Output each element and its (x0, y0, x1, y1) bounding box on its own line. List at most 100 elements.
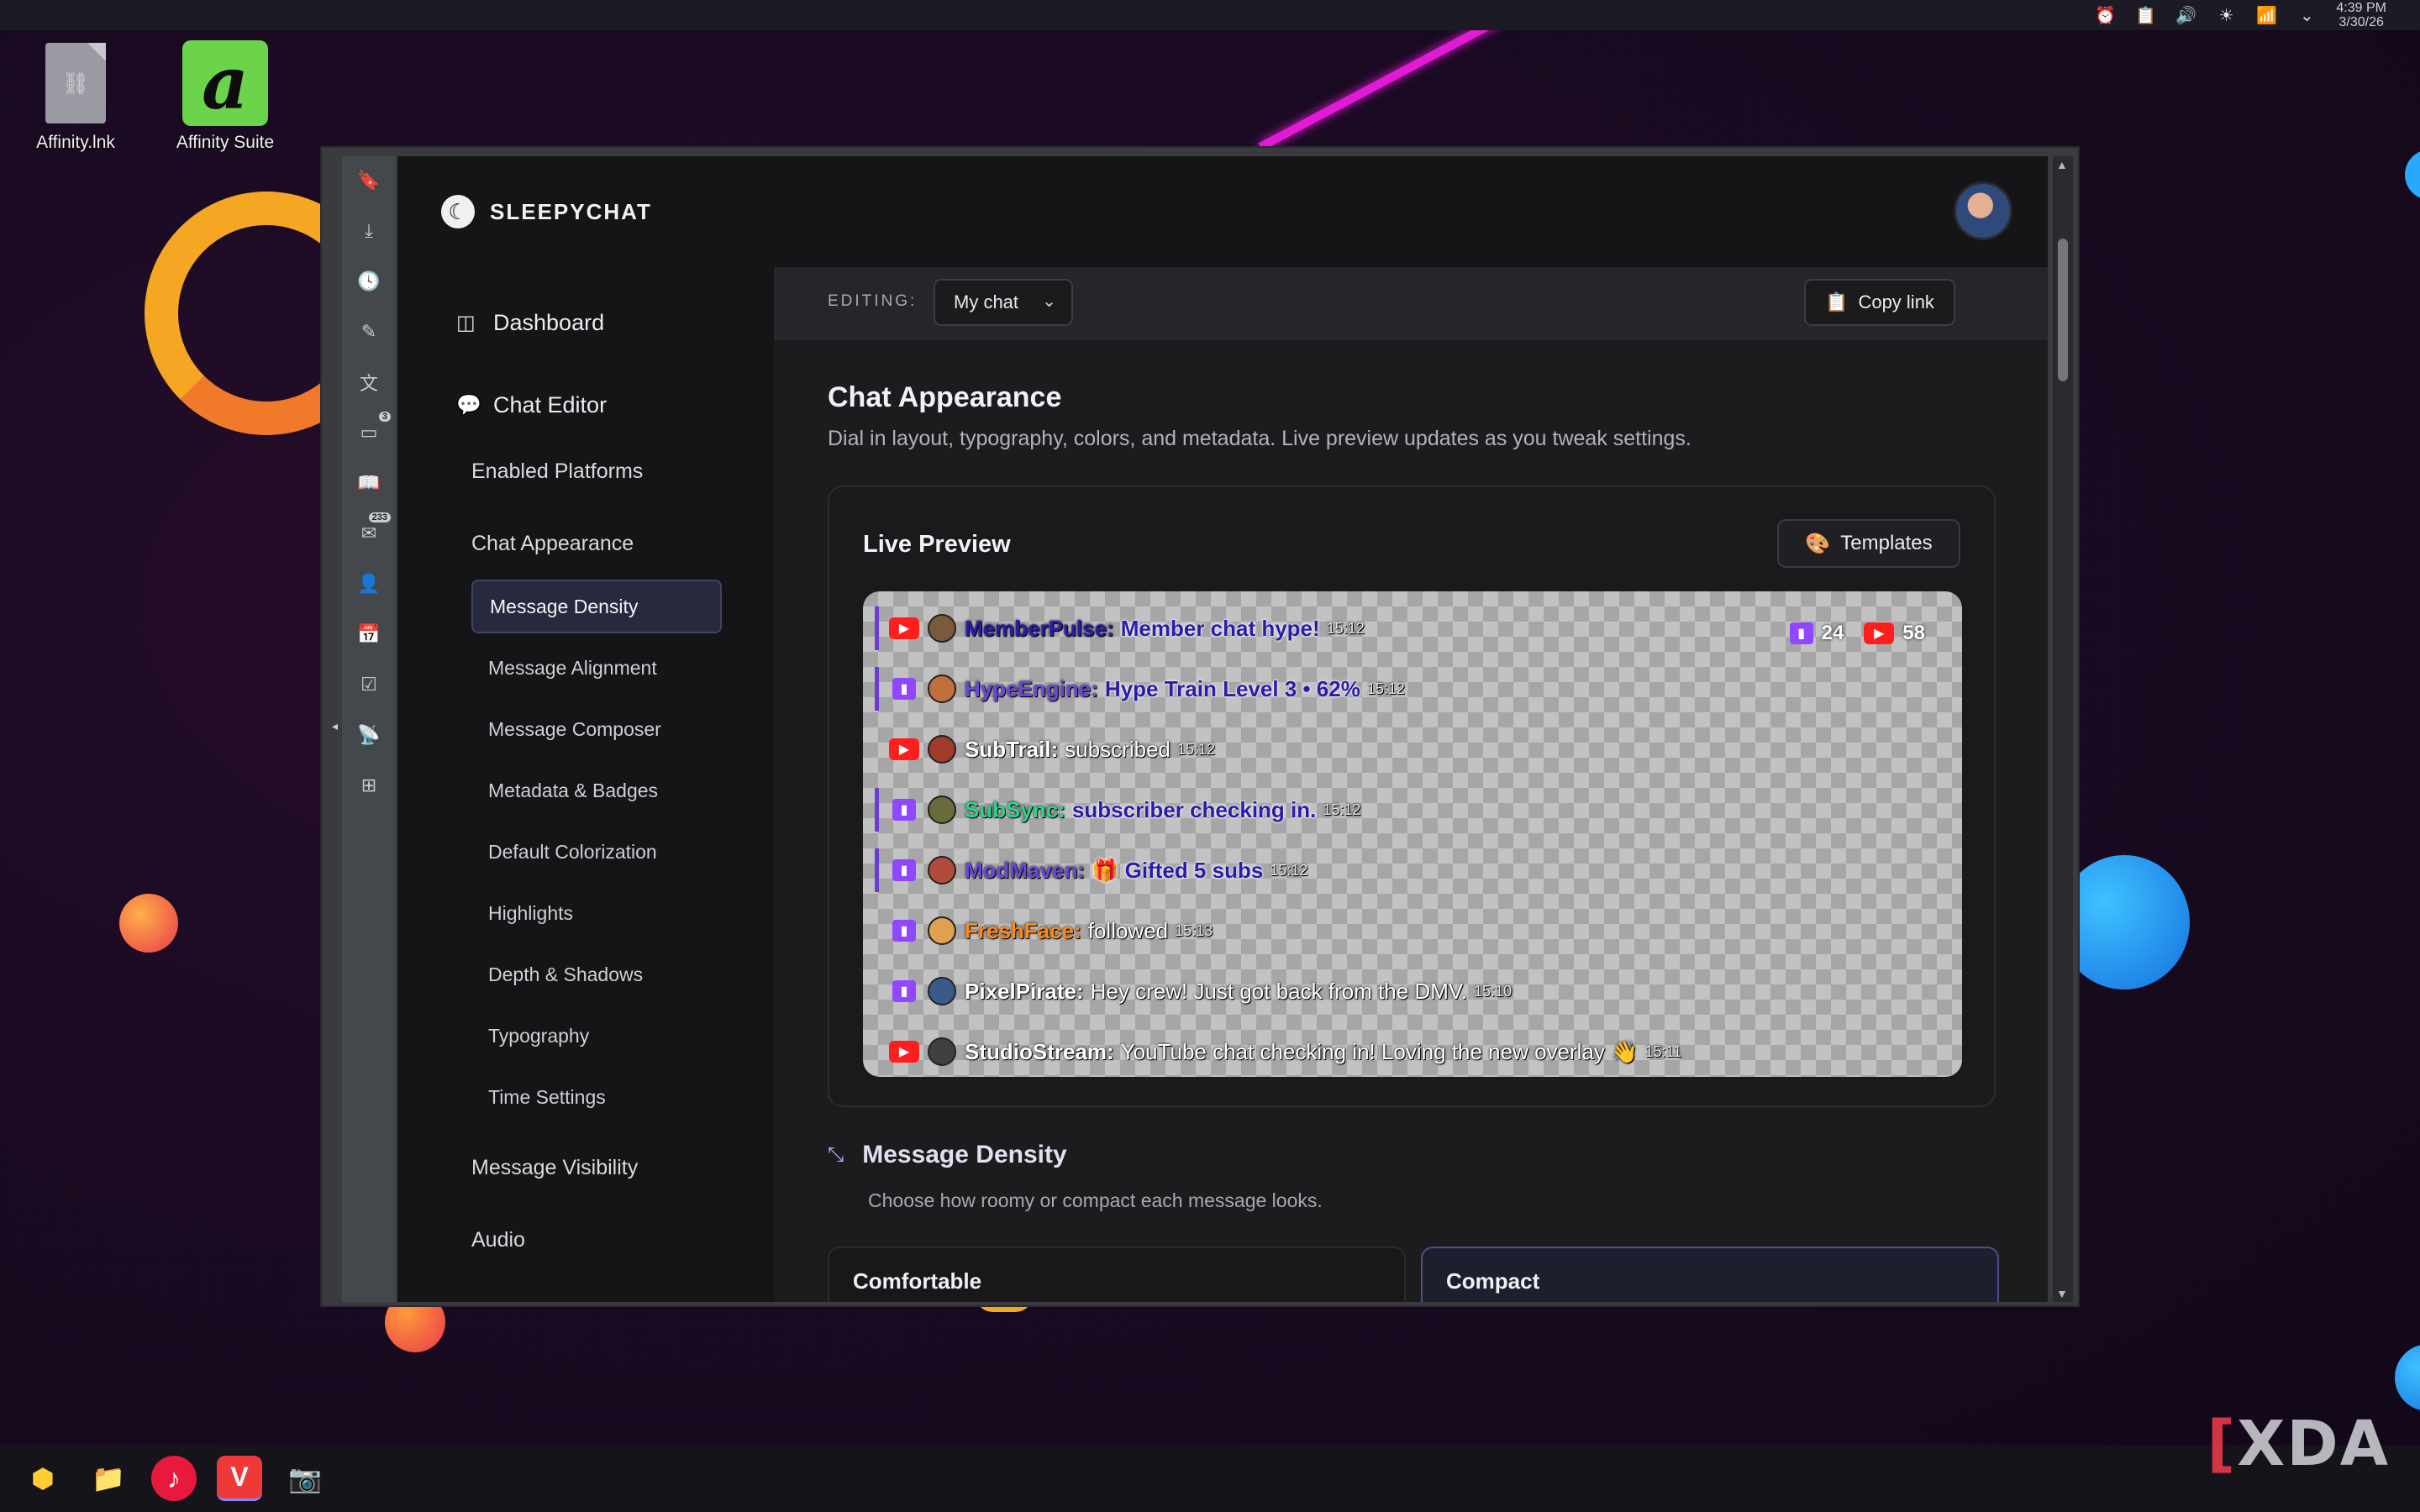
chevron-down-icon[interactable]: ⌄ (2296, 4, 2317, 26)
templates-button[interactable]: 🎨 Templates (1777, 519, 1960, 568)
sidebar-subitem[interactable]: Highlights (471, 886, 722, 940)
dashboard-icon: ◫ (456, 311, 476, 334)
chat-username: StudioStream: (965, 1038, 1114, 1064)
clock-time: 4:39 PM (2336, 1, 2386, 15)
chat-message: ▮ SubSync: subscriber checking in. 15:12 (875, 788, 1360, 832)
chat-select-dropdown[interactable]: My chat ⌄ (934, 279, 1073, 326)
chat-message-time: 15:11 (1644, 1042, 1682, 1060)
sidebar-item-message-visibility[interactable]: Message Visibility (397, 1131, 774, 1204)
page-description: Dial in layout, typography, colors, and … (828, 427, 1691, 450)
copy-link-button[interactable]: 📋 Copy link (1804, 279, 1955, 326)
sidebar-nav: ◫ Dashboard 💬 Chat Editor Enabled Platfo… (397, 267, 774, 1302)
reading-list-icon[interactable]: 📖 (355, 470, 382, 496)
xda-watermark: [XDA (2207, 1408, 2390, 1480)
sidebar-item-dashboard[interactable]: ◫ Dashboard (397, 297, 774, 348)
page-scrollbar[interactable]: ▲ ▼ (2053, 156, 2073, 1302)
avatar (928, 675, 956, 703)
translate-icon[interactable]: 文 (355, 370, 382, 395)
browser-side-panel: 🔖 ⤓ 🕓 ✎ 文 ▭ 3 📖 ✉ 233 👤 📅 ☑ 📡 ⊞ (342, 156, 396, 1302)
file-manager-icon[interactable]: 📁 (86, 1456, 131, 1501)
sidebar-item-label: Dashboard (493, 309, 605, 335)
chat-username: SubTrail: (965, 736, 1059, 762)
collapse-panel-arrow-icon[interactable]: ◂ (332, 719, 338, 733)
chat-message: ▮ PixelPirate: Hey crew! Just got back fro… (875, 969, 1512, 1013)
brightness-icon[interactable]: ☀ (2215, 4, 2237, 26)
sidebar-item-audio[interactable]: Audio (397, 1204, 774, 1276)
wallpaper-orb (2405, 150, 2420, 200)
chat-message: ▶ SubTrail: subscribed 15:12 (875, 727, 1215, 771)
twitch-icon: ▮ (1789, 622, 1813, 644)
scrollbar-thumb[interactable] (2058, 239, 2068, 381)
add-panel-icon[interactable]: ⊞ (355, 773, 382, 798)
chat-username: FreshFace: (965, 917, 1081, 943)
contacts-icon[interactable]: 👤 (355, 571, 382, 596)
chat-message-text: followed (1087, 917, 1169, 943)
affinity-logo-icon: a (182, 40, 268, 126)
scroll-down-icon[interactable]: ▼ (2056, 1287, 2068, 1300)
screenshot-app-icon[interactable]: 📷 (282, 1456, 328, 1501)
density-option-compact[interactable]: Compact (1421, 1247, 1999, 1302)
density-option-comfortable[interactable]: Comfortable (828, 1247, 1406, 1302)
main-content: EDITING: My chat ⌄ 📋 Copy link Chat Appe… (774, 267, 2048, 1302)
wallpaper-orb (2395, 1344, 2420, 1411)
download-icon[interactable]: ⤓ (355, 218, 382, 244)
chat-message: ▶ StudioStream: YouTube chat checking in! … (875, 1030, 1681, 1074)
music-app-icon[interactable]: ♪ (151, 1456, 197, 1501)
sidebar-subitem[interactable]: Typography (471, 1009, 722, 1063)
chat-preview-canvas: ▮ 24 ▶ 58 ▶ MemberPulse: Member chat hype!… (863, 591, 1962, 1077)
palette-icon: 🎨 (1805, 532, 1831, 555)
system-clock[interactable]: 4:39 PM 3/30/26 (2336, 1, 2386, 29)
chat-message-text: YouTube chat checking in! Loving the new… (1120, 1038, 1639, 1064)
bookmark-icon[interactable]: 🔖 (355, 168, 382, 193)
sidebar-item-chat-appearance[interactable]: Chat Appearance (397, 507, 774, 580)
avatar (928, 614, 956, 643)
desktop-icon-affinity-lnk[interactable]: ⛓ Affinity.lnk (0, 40, 151, 153)
sidebar-item-chat-editor[interactable]: 💬 Chat Editor (397, 380, 774, 430)
history-icon[interactable]: 🕓 (355, 269, 382, 294)
volume-icon[interactable]: 🔊 (2175, 4, 2196, 26)
live-preview-title: Live Preview (863, 531, 1011, 558)
compress-icon: ⤡ (828, 1143, 844, 1166)
wallpaper-orb (119, 894, 178, 953)
tasks-icon[interactable]: ☑ (355, 672, 382, 697)
wifi-icon[interactable]: 📶 (2255, 4, 2277, 26)
chat-message-text: subscribed (1065, 736, 1171, 762)
youtube-icon: ▶ (889, 617, 919, 639)
sidebar-subitem[interactable]: Message Density (471, 580, 722, 633)
alarm-icon[interactable]: ⏰ (2094, 4, 2116, 26)
clipboard-icon[interactable]: 📋 (2134, 4, 2156, 26)
sleepychat-logo-icon[interactable]: ☾ (441, 195, 475, 228)
chat-message-time: 15:13 (1175, 921, 1213, 939)
sidebar-subitem[interactable]: Time Settings (471, 1070, 722, 1124)
avatar (928, 1037, 956, 1066)
notes-icon[interactable]: ✎ (355, 319, 382, 344)
sidebar-subitem[interactable]: Message Alignment (471, 641, 722, 695)
clock-date: 3/30/26 (2338, 15, 2384, 29)
brand-name[interactable]: SLEEPYCHAT (490, 199, 652, 225)
desktop-icon-affinity-suite[interactable]: a Affinity Suite (150, 40, 301, 153)
twitch-icon: ▮ (892, 859, 916, 881)
calendar-icon[interactable]: 📅 (355, 622, 382, 647)
editing-toolbar: EDITING: My chat ⌄ 📋 Copy link (774, 267, 2048, 339)
cube-app-icon[interactable]: ⬢ (20, 1456, 66, 1501)
sidebar-subitem[interactable]: Depth & Shadows (471, 948, 722, 1001)
scroll-up-icon[interactable]: ▲ (2056, 158, 2068, 171)
avatar[interactable] (1954, 181, 2012, 240)
avatar (928, 795, 956, 824)
system-top-bar: ⏰ 📋 🔊 ☀ 📶 ⌄ 4:39 PM 3/30/26 (0, 0, 2420, 30)
chat-message-time: 15:12 (1326, 619, 1365, 637)
sidebar-subitem[interactable]: Metadata & Badges (471, 764, 722, 817)
chat-username: PixelPirate: (965, 978, 1084, 1004)
live-preview-card: Live Preview 🎨 Templates ▮ 24 ▶ 58 ▶ Memb… (828, 486, 1996, 1107)
sidebar-subitem[interactable]: Message Composer (471, 702, 722, 756)
vivaldi-browser-icon[interactable]: V (217, 1456, 262, 1501)
chat-message-text: 🎁 Gifted 5 subs (1092, 857, 1264, 883)
templates-label: Templates (1840, 532, 1933, 554)
mail-icon[interactable]: ✉ 233 (355, 512, 391, 546)
tabs-icon[interactable]: ▭ 3 (355, 412, 391, 445)
chat-message: ▮ HypeEngine: Hype Train Level 3 • 62% 15:1… (875, 667, 1405, 711)
feed-icon[interactable]: 📡 (355, 722, 382, 748)
sidebar-subitem[interactable]: Default Colorization (471, 825, 722, 879)
chat-message-time: 15:12 (1270, 861, 1308, 879)
sidebar-item-enabled-platforms[interactable]: Enabled Platforms (397, 435, 774, 507)
